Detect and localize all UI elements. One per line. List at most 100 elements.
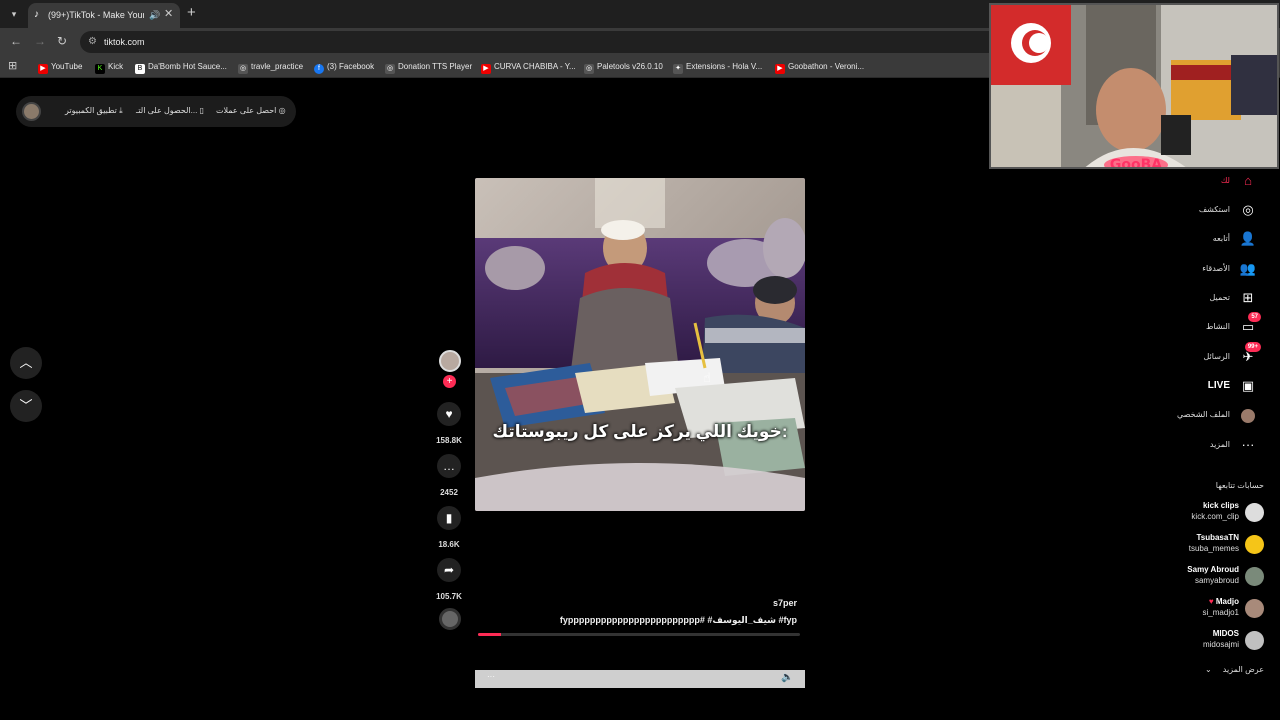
chevron-up-icon: ︿ <box>19 355 33 370</box>
nav-for-you[interactable]: لك ⌂ <box>1120 170 1270 192</box>
back-arrow-icon[interactable]: ← <box>10 34 22 48</box>
music-disc-icon[interactable] <box>439 608 461 630</box>
creator-avatar[interactable] <box>439 350 461 372</box>
nav-following[interactable]: أتابعه 👤 <box>1120 228 1270 250</box>
reload-icon[interactable]: ↻ <box>57 34 67 48</box>
bookmark-travle[interactable]: ◎ travle_practice <box>238 60 303 74</box>
browser-tab[interactable]: ♪ (99+)TikTok - Make Your Day 🔊 ✕ <box>28 3 180 28</box>
video-player[interactable]: خويك اللي يركز على كل ريبوستاتك: ☝ <box>475 178 805 511</box>
following-account[interactable]: MIDOS midosajmi <box>1150 628 1280 656</box>
profile-icon <box>1239 406 1257 424</box>
following-account[interactable]: ♥ Madjo si_madjo1 <box>1150 596 1280 624</box>
save-count: 18.6K <box>438 540 460 549</box>
messages-badge: 99+ <box>1244 342 1261 352</box>
webcam-overlay: GooBA <box>989 3 1279 169</box>
phone-icon: ▯ <box>199 106 204 115</box>
bookmark-icon: B <box>135 64 145 74</box>
bookmark-goobathon[interactable]: ▶ Goobathon - Veroni... <box>775 60 864 74</box>
tab-title: (99+)TikTok - Make Your Day <box>48 10 144 20</box>
globe-icon: ◎ <box>584 64 594 74</box>
speaker-icon[interactable]: 🔈 <box>781 672 793 684</box>
youtube-icon: ▶ <box>38 64 48 74</box>
next-video-button[interactable]: ﹀ <box>10 390 42 422</box>
comment-icon: … <box>443 459 455 473</box>
more-options-icon[interactable]: ··· <box>487 671 495 683</box>
following-account[interactable]: TsubasaTN tsuba_memes <box>1150 532 1280 560</box>
site-info-icon[interactable]: ⚙ <box>88 36 97 48</box>
youtube-icon: ▶ <box>481 64 491 74</box>
notification-badge: 57 <box>1248 312 1261 322</box>
nav-activity[interactable]: النشاط ▭ 57 <box>1120 312 1270 338</box>
forward-arrow-icon[interactable]: → <box>34 34 46 48</box>
following-account[interactable]: kick clips kick.com_clip <box>1150 500 1280 528</box>
friends-icon: 👥 <box>1239 261 1257 276</box>
avatar <box>1245 631 1264 650</box>
comment-button[interactable]: … <box>437 454 461 478</box>
address-bar[interactable]: ⚙ tiktok.com <box>80 31 1080 53</box>
nav-profile[interactable]: الملف الشخصي <box>1120 404 1270 426</box>
youtube-icon: ▶ <box>775 64 785 74</box>
follow-plus-icon[interactable]: + <box>443 375 456 388</box>
compass-icon: ◎ <box>1242 202 1254 217</box>
video-frame <box>475 178 805 511</box>
avatar <box>1245 567 1264 586</box>
video-description[interactable]: fypppppppppppppppppppppppp# #شيف_اليوسف … <box>480 615 797 626</box>
upload-icon: ⊞ <box>1242 290 1254 305</box>
video-author[interactable]: s7per <box>600 598 797 609</box>
save-button[interactable]: ▮ <box>437 506 461 530</box>
nav-live[interactable]: LIVE ▣ <box>1120 375 1270 397</box>
share-arrow-icon: ➦ <box>443 563 455 577</box>
coin-icon: ◎ <box>278 106 286 115</box>
share-button[interactable]: ➦ <box>437 558 461 582</box>
chevron-down-icon: ⌄ <box>1204 665 1212 674</box>
bookmark-dabomb[interactable]: B Da'Bomb Hot Sauce... <box>135 60 227 74</box>
apps-grid-icon[interactable]: ⊞ <box>8 60 17 72</box>
url-text[interactable]: tiktok.com <box>104 36 145 48</box>
bookmark-donation-tts[interactable]: ◎ Donation TTS Player <box>385 60 472 74</box>
previous-video-button[interactable]: ︿ <box>10 347 42 379</box>
home-icon: ⌂ <box>1244 173 1252 188</box>
more-icon: ··· <box>1241 437 1255 452</box>
avatar <box>1245 535 1264 554</box>
bookmark-facebook[interactable]: f (3) Facebook <box>314 60 374 74</box>
avatar[interactable] <box>22 102 41 121</box>
following-accounts-title: حسابات تتابعها <box>1215 481 1264 490</box>
close-icon[interactable]: ✕ <box>164 8 173 21</box>
globe-icon: ◎ <box>385 64 395 74</box>
nav-more[interactable]: المزيد ··· <box>1120 434 1270 456</box>
user-follow-icon: 👤 <box>1239 231 1257 246</box>
nav-explore[interactable]: استكشف ◎ <box>1120 199 1270 221</box>
like-count: 158.8K <box>436 436 462 445</box>
kick-icon: K <box>95 64 105 74</box>
live-icon: ▣ <box>1241 378 1255 393</box>
mouse-cursor-icon: ☝ <box>703 370 711 385</box>
bookmark-icon: ▮ <box>445 511 453 525</box>
globe-icon: ◎ <box>238 64 248 74</box>
see-more-button[interactable]: ⌄ عرض المزيد <box>1205 664 1264 676</box>
new-tab-plus-icon[interactable]: + <box>187 5 196 21</box>
following-account[interactable]: Samy Abroud samyabroud <box>1150 564 1280 592</box>
tiktok-top-bar: تطبيق الكمبيوتر ⤓ الحصول على التـ... ▯ ا… <box>16 96 296 127</box>
like-button[interactable]: ♥ <box>437 402 461 426</box>
nav-friends[interactable]: الأصدقاء 👥 <box>1120 258 1270 280</box>
bookmark-youtube[interactable]: ▶ YouTube <box>38 60 82 74</box>
next-video-preview[interactable]: ··· 🔈 <box>475 670 805 688</box>
avatar <box>1245 599 1264 618</box>
bookmark-extensions[interactable]: ✦ Extensions - Hola V... <box>673 60 762 74</box>
heart-icon: ♥ <box>1208 597 1214 606</box>
get-app-link[interactable]: الحصول على التـ... ▯ <box>136 105 204 117</box>
bookmark-kick[interactable]: K Kick <box>95 60 123 74</box>
bookmark-paletools[interactable]: ◎ Paletools v26.0.10 <box>584 60 663 74</box>
svg-text:GooBA: GooBA <box>1110 157 1162 169</box>
video-progress-bar[interactable] <box>478 633 800 636</box>
nav-messages[interactable]: الرسائل ✈ 99+ <box>1120 342 1270 368</box>
avatar <box>1245 503 1264 522</box>
video-caption: خويك اللي يركز على كل ريبوستاتك: <box>492 422 788 441</box>
desktop-app-link[interactable]: تطبيق الكمبيوتر ⤓ <box>65 105 123 117</box>
nav-upload[interactable]: تحميل ⊞ <box>1120 287 1270 309</box>
get-coins-link[interactable]: احصل على عملات ◎ <box>216 105 286 117</box>
bookmark-curva[interactable]: ▶ CURVA CHABIBA - Y... <box>481 60 576 74</box>
speaker-icon[interactable]: 🔊 <box>149 9 160 21</box>
tab-search-dropdown-icon[interactable]: ▾ <box>5 5 23 23</box>
share-count: 105.7K <box>436 592 462 601</box>
